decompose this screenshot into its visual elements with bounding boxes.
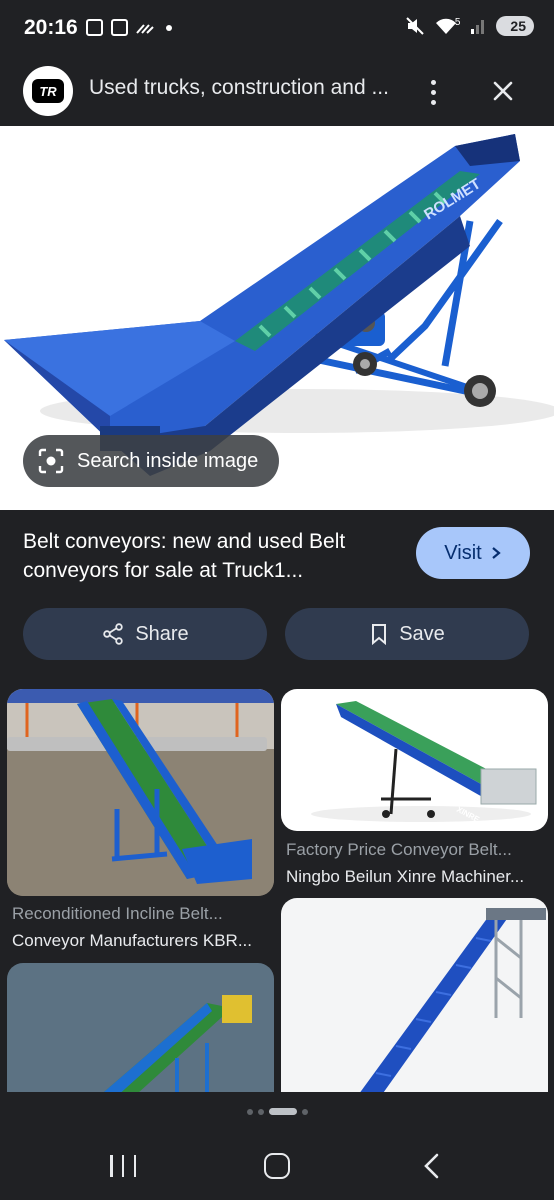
battery-level: 25	[510, 18, 526, 34]
xinre-conveyor-illustration: XINRE	[311, 701, 537, 825]
result-title-line2: conveyors for sale at Truck1...	[23, 559, 304, 582]
related-2-source[interactable]: Ningbo Beilun Xinre Machiner...	[286, 867, 548, 887]
result-title[interactable]: Belt conveyors: new and used Belt convey…	[23, 527, 403, 585]
page-dot	[301, 1108, 308, 1115]
system-navigation-bar	[0, 1092, 554, 1200]
chevron-right-icon	[491, 547, 501, 559]
site-logo[interactable]: TR	[23, 66, 73, 116]
result-title-line1: Belt conveyors: new and used Belt	[23, 530, 346, 553]
related-1-title[interactable]: Reconditioned Incline Belt...	[12, 904, 274, 924]
search-inside-image-button[interactable]: Search inside image	[23, 435, 279, 487]
save-label: Save	[399, 622, 445, 645]
save-button[interactable]: Save	[285, 608, 529, 660]
network-type-label: 5	[454, 17, 461, 28]
recents-bar	[133, 1155, 136, 1177]
notification-dot-icon	[166, 24, 172, 31]
page-dot-active	[268, 1108, 297, 1115]
screenshot-icon	[111, 19, 128, 36]
visit-button[interactable]: Visit	[416, 527, 530, 579]
share-button[interactable]: Share	[23, 608, 267, 660]
more-vert-icon	[430, 79, 436, 85]
incline-chain-conveyor-illustration	[356, 908, 546, 1103]
main-result-image[interactable]: ROLMET Search inside image	[0, 126, 554, 510]
signal-off-icon	[136, 23, 154, 34]
back-icon[interactable]	[418, 1152, 446, 1180]
calendar-icon	[86, 19, 103, 36]
green-belt-conveyor-illustration	[97, 995, 252, 1108]
recents-button[interactable]	[110, 1155, 136, 1177]
site-logo-text: TR	[32, 79, 64, 103]
home-button[interactable]	[264, 1153, 290, 1179]
related-1-source[interactable]: Conveyor Manufacturers KBR...	[12, 931, 274, 951]
top-app-bar: TR Used trucks, construction and ...	[0, 58, 554, 126]
share-icon	[103, 623, 124, 645]
related-image-1[interactable]	[7, 689, 274, 896]
more-options-button[interactable]	[418, 72, 448, 112]
related-image-4[interactable]	[281, 898, 548, 1108]
wifi-icon: 5	[435, 17, 461, 35]
page-dot	[246, 1108, 253, 1115]
warehouse-conveyor-illustration	[7, 689, 274, 896]
page-dot	[257, 1108, 264, 1115]
system-icons: 5 25	[405, 16, 534, 36]
related-2-title[interactable]: Factory Price Conveyor Belt...	[286, 840, 548, 860]
related-image-2[interactable]: XINRE	[281, 689, 548, 831]
recents-icon	[110, 1155, 113, 1177]
visit-label: Visit	[444, 541, 482, 564]
notification-icons	[86, 19, 172, 36]
more-vert-dot	[430, 99, 436, 105]
more-vert-dot	[430, 89, 436, 95]
cell-signal-icon	[471, 20, 485, 34]
battery-icon: 25	[496, 16, 534, 36]
share-label: Share	[135, 622, 189, 645]
page-indicator	[0, 1108, 554, 1115]
close-icon[interactable]	[484, 72, 522, 110]
search-inside-image-label: Search inside image	[77, 449, 259, 472]
recents-bar	[121, 1155, 125, 1177]
lens-icon	[38, 448, 64, 474]
status-time: 20:16	[24, 16, 78, 39]
related-image-3[interactable]	[7, 963, 274, 1108]
status-bar: 20:16 5 25	[0, 0, 554, 58]
page-title[interactable]: Used trucks, construction and ...	[89, 76, 389, 100]
bookmark-icon	[372, 624, 387, 645]
mute-icon	[406, 17, 424, 35]
